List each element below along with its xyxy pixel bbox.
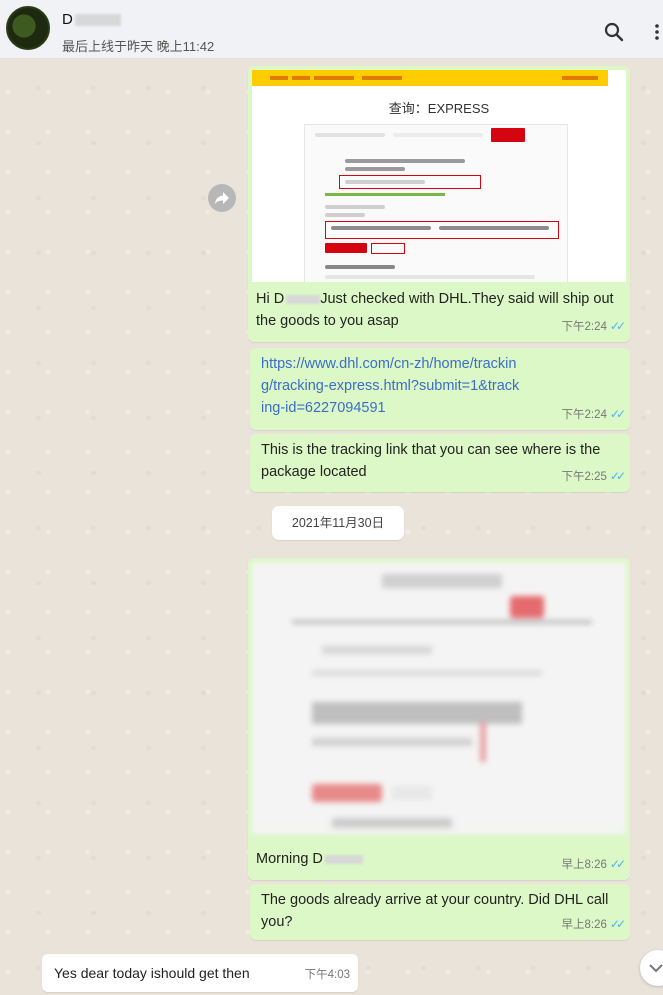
dhl-header-bar [252, 70, 608, 86]
date-separator: 2021年11月30日 [272, 506, 404, 540]
forward-arrow-icon [215, 192, 229, 204]
double-check-icon: ✓✓ [609, 407, 626, 421]
contact-avatar[interactable] [6, 6, 50, 50]
message-bubble[interactable]: The goods already arrive at your country… [250, 884, 630, 940]
forward-icon[interactable] [208, 184, 236, 212]
double-check-icon: ✓✓ [609, 917, 626, 931]
contact-name-text: D [62, 11, 74, 28]
message-time: 下午2:24 ✓✓ [561, 407, 627, 421]
blurred-screenshot[interactable] [252, 562, 626, 834]
double-check-icon: ✓✓ [609, 857, 626, 871]
redacted-name [286, 294, 321, 304]
message-time: 下午2:25 ✓✓ [561, 469, 627, 483]
chat-header: D 最后上线于昨天 晚上11:42 [0, 0, 663, 59]
image-message-blurred[interactable]: Morning D 早上8:26 ✓✓ [248, 558, 630, 880]
message-bubble[interactable]: Hi D Just checked with DHL.They said will… [248, 282, 630, 342]
message-bubble-incoming[interactable]: Yes dear today ishould get then 下午4:03 [42, 954, 358, 992]
dhl-page-title: 查询：EXPRESS [388, 101, 490, 116]
dhl-tracking-screenshot[interactable]: 查询：EXPRESS [252, 70, 626, 282]
message-bubble[interactable]: https://www.dhl.com/cn-zh/home/tracking/… [250, 348, 630, 430]
redacted-name [324, 854, 363, 864]
message-time: 下午4:03 [304, 969, 350, 981]
message-time: 下午2:24 ✓✓ [561, 319, 627, 333]
image-message-dhl[interactable]: 查询：EXPRESS Hi D Just checked with DHL.The… [248, 66, 630, 342]
contact-name[interactable]: D [62, 11, 122, 28]
message-time: 早上8:26 ✓✓ [561, 917, 627, 931]
message-bubble[interactable]: Morning D 早上8:26 ✓✓ [248, 838, 630, 880]
redacted-name [75, 14, 122, 27]
menu-icon[interactable] [652, 22, 662, 42]
message-bubble[interactable]: This is the tracking link that you can s… [250, 434, 630, 492]
message-time: 早上8:26 ✓✓ [561, 857, 627, 871]
last-seen-status: 最后上线于昨天 晚上11:42 [62, 39, 215, 54]
dhl-tracking-panel [304, 124, 568, 282]
chevron-down-icon [649, 964, 663, 973]
double-check-icon: ✓✓ [609, 469, 626, 483]
double-check-icon: ✓✓ [609, 319, 626, 333]
search-icon[interactable] [604, 22, 624, 42]
scroll-to-bottom-button[interactable] [640, 950, 663, 986]
